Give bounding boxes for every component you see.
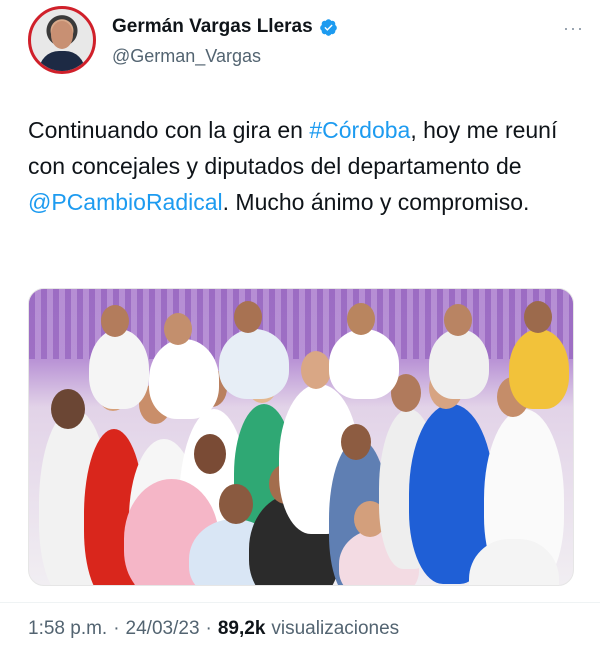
views-label: visualizaciones bbox=[271, 618, 400, 639]
tweet-meta: 1:58 p.m. · 24/03/23 · 89,2k visualizaci… bbox=[28, 618, 399, 640]
avatar[interactable] bbox=[28, 6, 96, 74]
photo-person-head bbox=[347, 303, 375, 335]
meta-separator: · bbox=[205, 618, 212, 639]
tweet-photo[interactable] bbox=[28, 288, 574, 586]
avatar-face bbox=[51, 21, 73, 49]
photo-person bbox=[219, 329, 289, 399]
author-name[interactable]: Germán Vargas Lleras bbox=[112, 16, 313, 38]
mention-link[interactable]: @PCambioRadical bbox=[28, 189, 223, 215]
more-options-icon[interactable]: ··· bbox=[563, 18, 584, 39]
author-handle[interactable]: @German_Vargas bbox=[112, 46, 261, 67]
photo-person bbox=[89, 329, 149, 409]
tweet-text-segment: . Mucho ánimo y compromiso. bbox=[222, 189, 530, 215]
photo-person-head bbox=[51, 389, 85, 429]
post-date[interactable]: 24/03/23 bbox=[126, 618, 200, 640]
photo-person-head bbox=[341, 424, 371, 460]
views-count: 89,2k bbox=[217, 618, 266, 639]
author-name-row: Germán Vargas Lleras bbox=[112, 16, 338, 38]
hashtag-link[interactable]: #Córdoba bbox=[309, 117, 410, 143]
verified-badge-icon bbox=[319, 18, 337, 36]
avatar-suit bbox=[39, 51, 85, 71]
tweet-text-segment: Continuando con la gira en bbox=[28, 117, 310, 143]
photo-person-head bbox=[301, 351, 331, 389]
photo-person bbox=[149, 339, 219, 419]
post-time[interactable]: 1:58 p.m. bbox=[28, 618, 107, 640]
photo-person-head bbox=[234, 301, 262, 333]
tweet-header: Germán Vargas Lleras @German_Vargas ··· bbox=[28, 6, 584, 78]
photo-person bbox=[509, 329, 569, 409]
photo-person bbox=[429, 329, 489, 399]
photo-person-head bbox=[524, 301, 552, 333]
meta-divider bbox=[0, 602, 600, 603]
photo-person-head bbox=[219, 484, 253, 524]
photo-person-head bbox=[164, 313, 192, 345]
photo-person-head bbox=[101, 305, 129, 337]
tweet-text: Continuando con la gira en #Córdoba, hoy… bbox=[28, 112, 578, 220]
tweet-card: Germán Vargas Lleras @German_Vargas ··· … bbox=[0, 0, 600, 659]
photo-person-head bbox=[444, 304, 472, 336]
meta-separator: · bbox=[113, 618, 120, 639]
photo-person-head bbox=[194, 434, 226, 474]
photo-person bbox=[329, 329, 399, 399]
